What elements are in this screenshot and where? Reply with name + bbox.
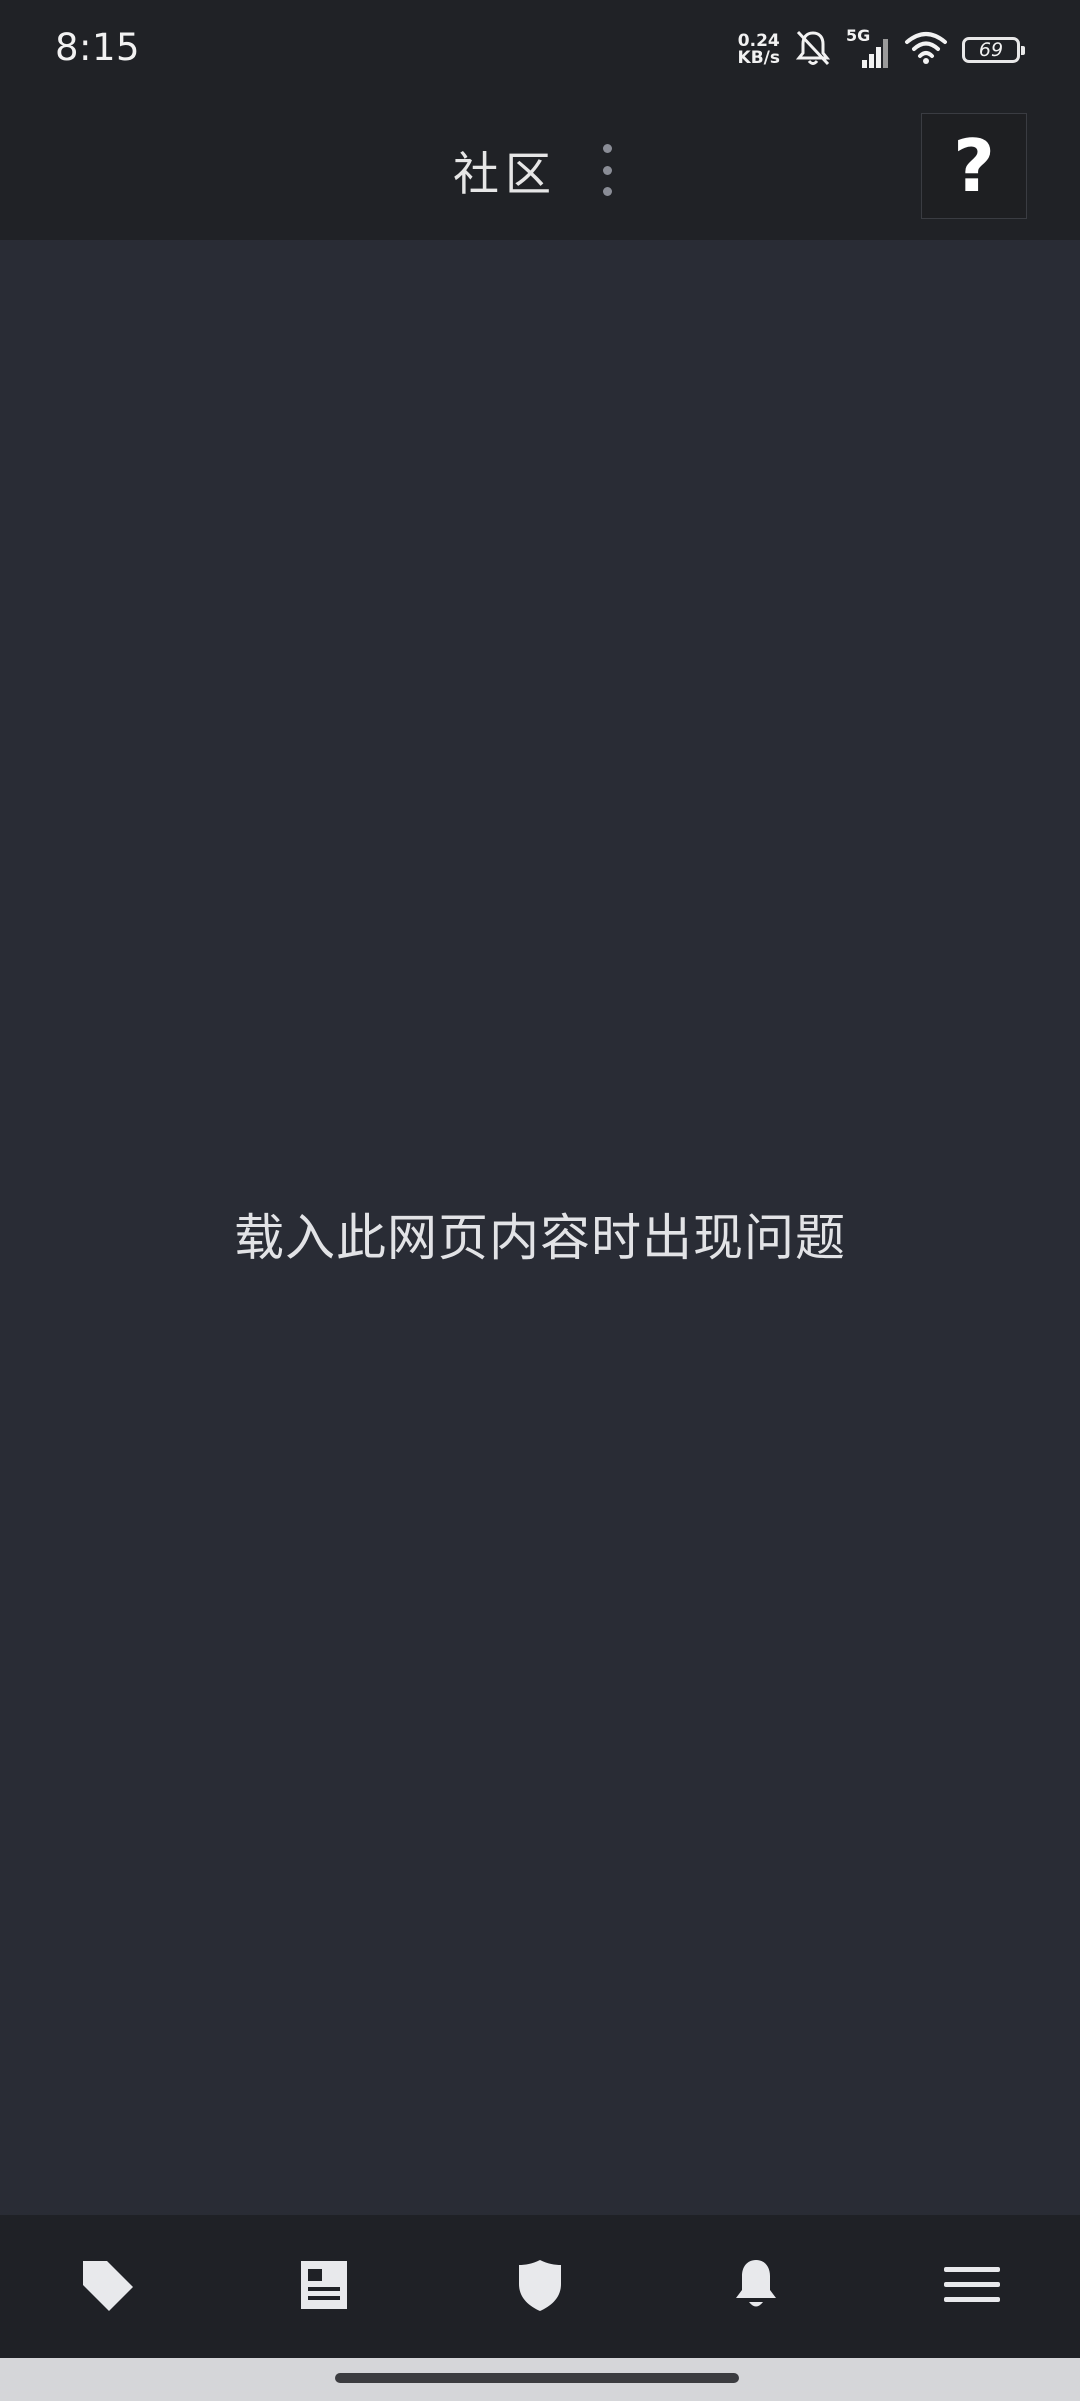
- news-icon: [300, 2260, 348, 2310]
- battery-icon: 69: [962, 37, 1025, 63]
- load-error-message: 载入此网页内容时出现问题: [234, 1209, 846, 1267]
- help-button[interactable]: ?: [921, 113, 1027, 219]
- wifi-icon: [904, 30, 948, 70]
- bottom-nav: [0, 2215, 1080, 2358]
- network-speed: 0.24 KB/s: [738, 33, 780, 67]
- nav-news[interactable]: [284, 2245, 364, 2325]
- shield-icon: [517, 2258, 563, 2312]
- more-vertical-icon[interactable]: [592, 144, 622, 196]
- bell-icon: [733, 2258, 779, 2312]
- menu-dot: [602, 144, 612, 153]
- app-screen: 8:15 0.24 KB/s 5G 69 社区 ? 载入此网页内容时出现问题: [0, 0, 1080, 2401]
- battery-level: 69: [978, 39, 1004, 61]
- page-title: 社区: [453, 147, 557, 201]
- network-speed-unit: KB/s: [737, 48, 780, 68]
- status-icons: 0.24 KB/s 5G 69: [738, 26, 1025, 72]
- app-header: 社区 ?: [0, 100, 1080, 240]
- nav-guard[interactable]: [500, 2245, 580, 2325]
- cellular-signal-icon: 5G: [846, 26, 890, 70]
- help-label: ?: [953, 124, 995, 208]
- mute-bell-icon: [794, 28, 832, 72]
- home-gesture-handle[interactable]: [335, 2373, 739, 2383]
- gesture-bar-area: [0, 2358, 1080, 2401]
- status-bar: 8:15 0.24 KB/s 5G 69: [0, 0, 1080, 100]
- tag-icon: [79, 2257, 135, 2313]
- menu-dot: [602, 165, 612, 175]
- web-content-area: 载入此网页内容时出现问题: [0, 240, 1080, 2215]
- nav-menu[interactable]: [932, 2245, 1012, 2325]
- status-time: 8:15: [55, 26, 141, 69]
- nav-notifications[interactable]: [716, 2245, 796, 2325]
- nav-store[interactable]: [67, 2245, 147, 2325]
- hamburger-menu-icon: [944, 2265, 1000, 2305]
- menu-dot: [602, 187, 612, 196]
